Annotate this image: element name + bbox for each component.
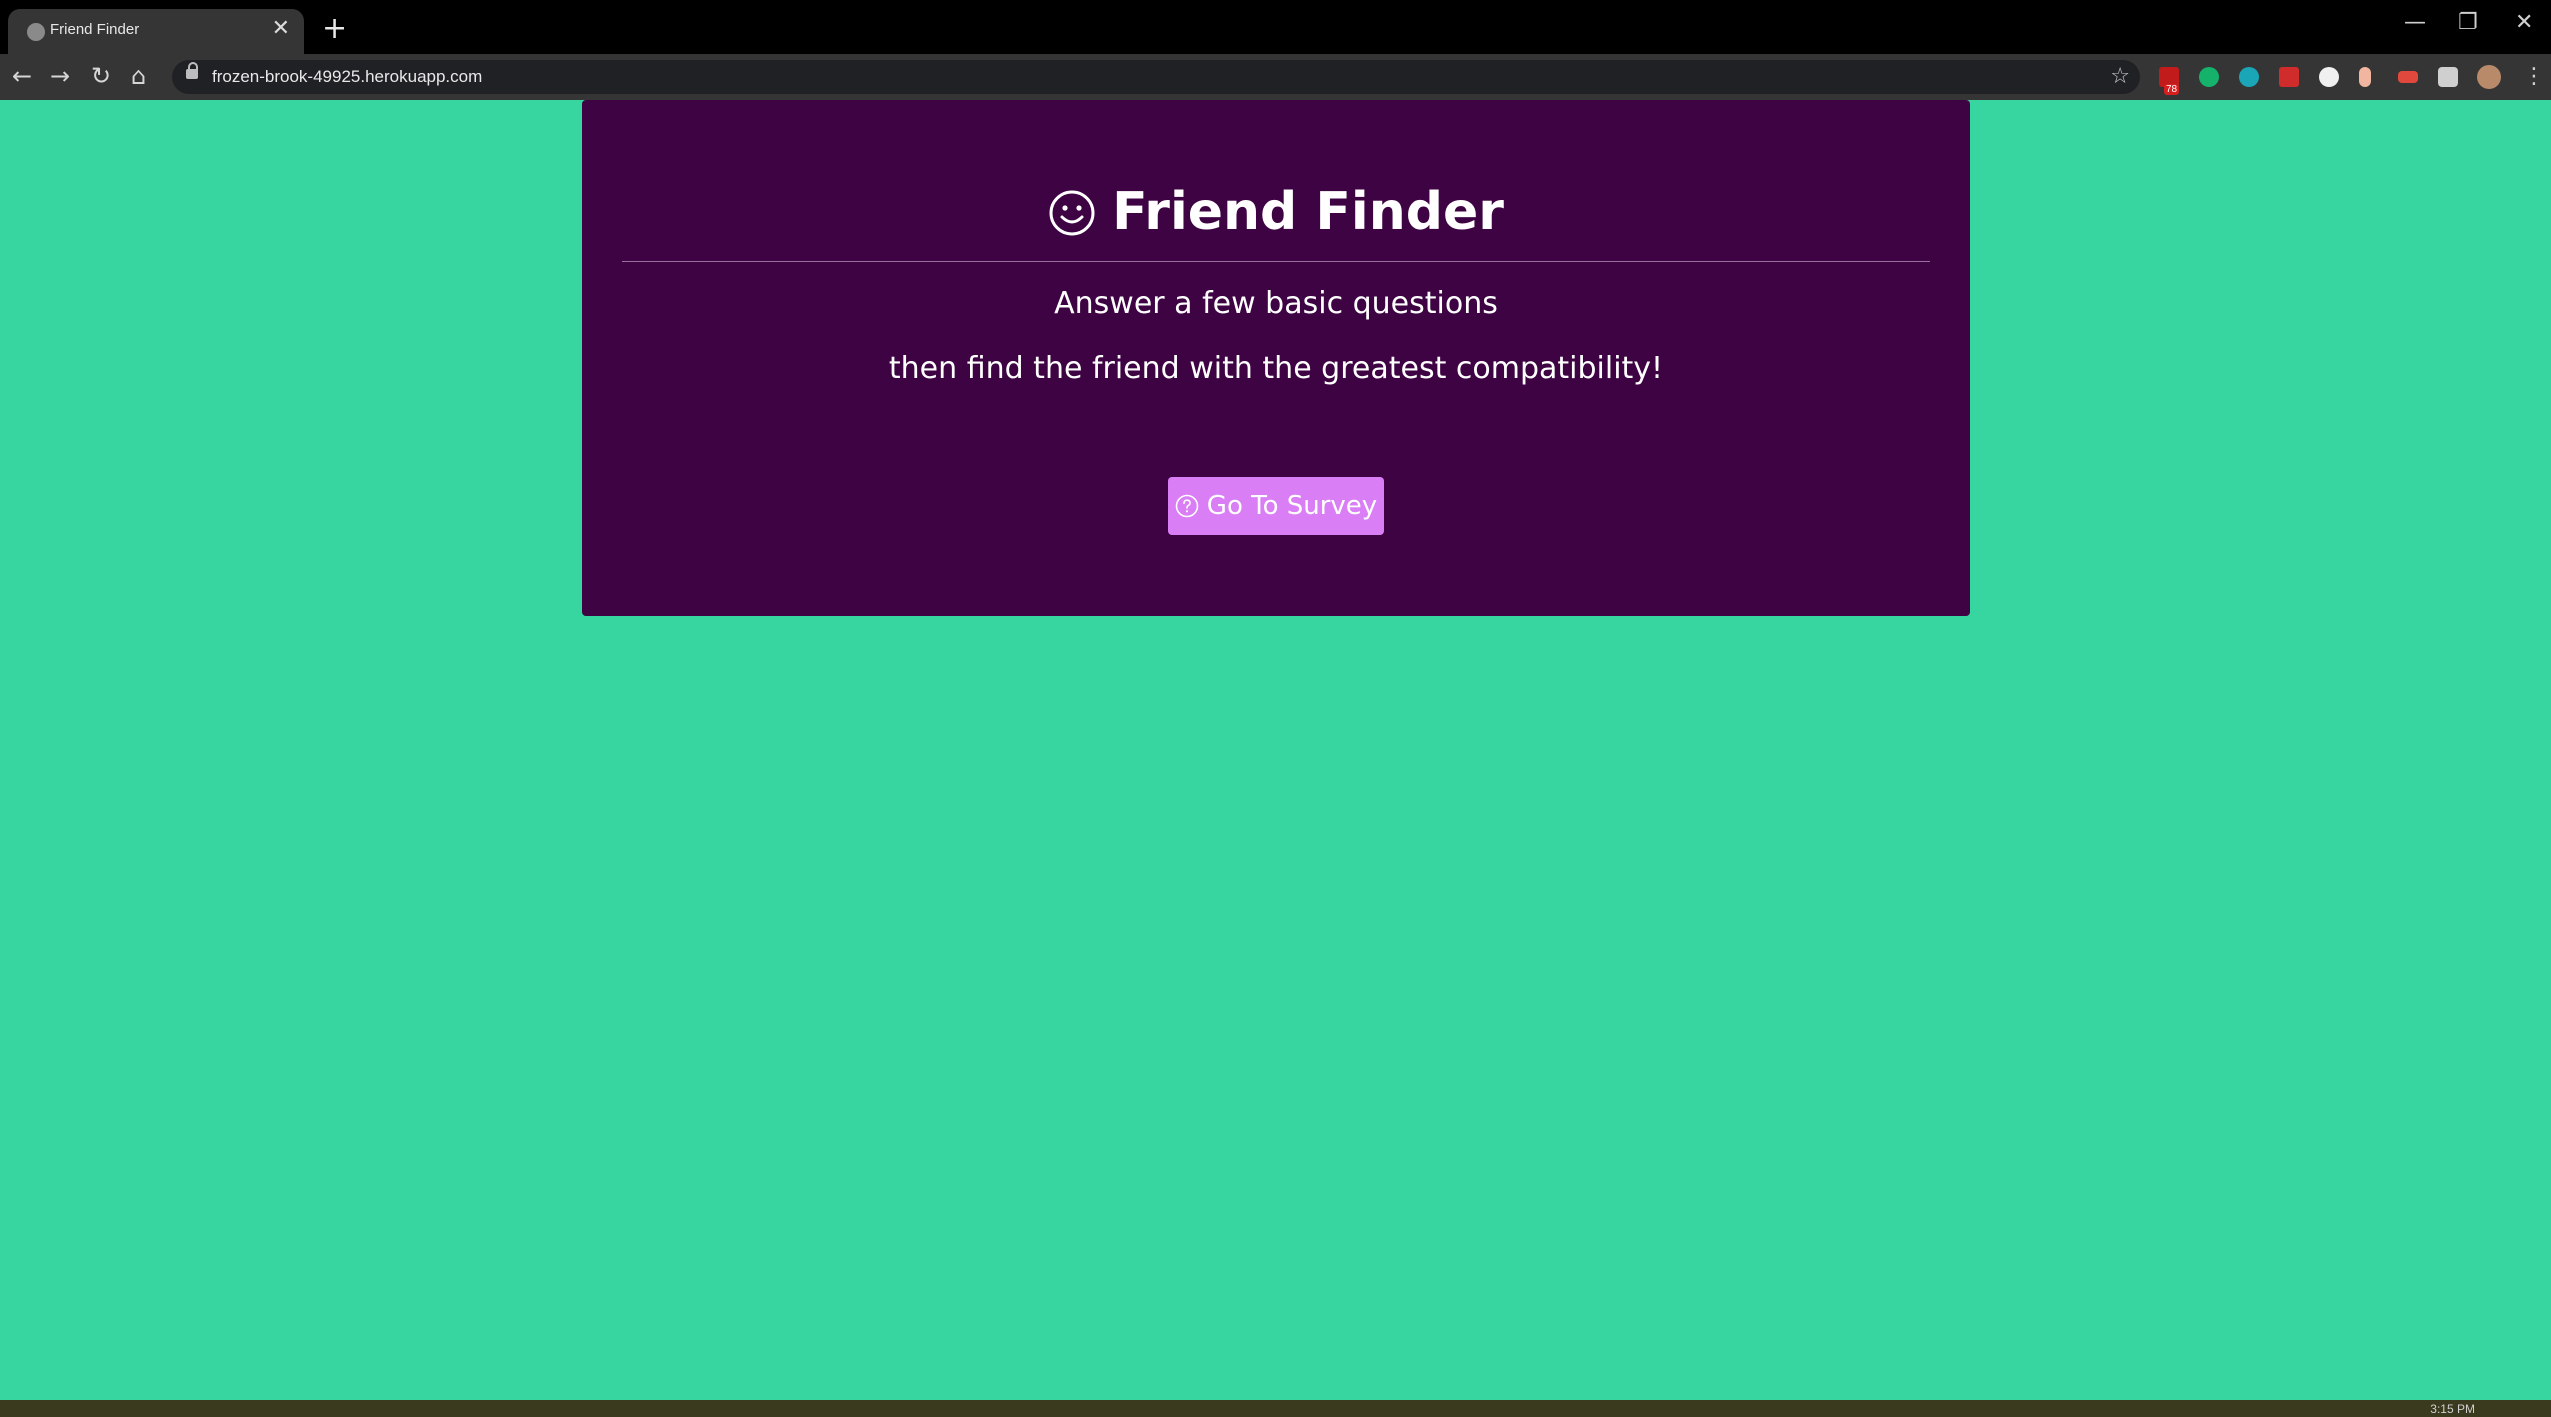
address-bar[interactable]: frozen-brook-49925.herokuapp.com ☆ bbox=[172, 60, 2140, 94]
extension-grammarly-icon[interactable] bbox=[2199, 67, 2219, 87]
taskbar-clock: 3:15 PM bbox=[2430, 1402, 2475, 1416]
extension-peach-icon[interactable] bbox=[2359, 67, 2371, 87]
browser-toolbar: ← → ↻ ⌂ frozen-brook-49925.herokuapp.com… bbox=[0, 54, 2551, 100]
extension-m-icon[interactable] bbox=[2239, 67, 2259, 87]
go-to-survey-button[interactable]: Go To Survey bbox=[1168, 477, 1384, 535]
lock-icon bbox=[186, 62, 198, 79]
avatar[interactable] bbox=[2477, 65, 2501, 89]
back-icon[interactable]: ← bbox=[12, 64, 32, 88]
restore-icon[interactable]: ❐ bbox=[2458, 12, 2478, 34]
jumbotron-card: Friend Finder Answer a few basic questio… bbox=[582, 100, 1970, 616]
os-taskbar: 3:15 PM bbox=[0, 1400, 2551, 1417]
more-menu-icon[interactable]: ⋮ bbox=[2523, 66, 2545, 88]
globe-icon bbox=[27, 23, 45, 41]
question-circle-icon bbox=[1175, 494, 1199, 518]
home-icon[interactable]: ⌂ bbox=[131, 64, 146, 88]
page-title-text: Friend Finder bbox=[1112, 182, 1504, 242]
extension-red-icon[interactable] bbox=[2279, 67, 2299, 87]
divider bbox=[622, 261, 1930, 262]
tab-strip: Friend Finder ✕ + — ❐ ✕ bbox=[0, 0, 2551, 54]
new-tab-icon[interactable]: + bbox=[322, 14, 347, 44]
subtitle-line-1: Answer a few basic questions bbox=[1054, 286, 1498, 321]
go-to-survey-label: Go To Survey bbox=[1206, 491, 1378, 521]
extension-badge: 78 bbox=[2164, 84, 2180, 95]
tab-title: Friend Finder bbox=[50, 21, 140, 38]
reload-icon[interactable]: ↻ bbox=[91, 64, 111, 88]
extension-white-icon[interactable] bbox=[2319, 67, 2339, 87]
forward-icon[interactable]: → bbox=[50, 64, 70, 88]
window-close-icon[interactable]: ✕ bbox=[2515, 12, 2533, 34]
smiley-icon bbox=[1049, 190, 1095, 236]
url-text: frozen-brook-49925.herokuapp.com bbox=[212, 67, 483, 86]
puzzle-icon[interactable] bbox=[2438, 67, 2458, 87]
bookmark-star-icon[interactable]: ☆ bbox=[2110, 64, 2130, 89]
page-title: Friend Finder bbox=[582, 182, 1970, 242]
tab-close-icon[interactable]: ✕ bbox=[272, 18, 290, 40]
extension-record-icon[interactable] bbox=[2398, 71, 2418, 83]
subtitle-line-2: then find the friend with the greatest c… bbox=[888, 351, 1664, 386]
tab-friend-finder[interactable]: Friend Finder ✕ bbox=[8, 9, 304, 54]
minimize-icon[interactable]: — bbox=[2404, 12, 2426, 34]
